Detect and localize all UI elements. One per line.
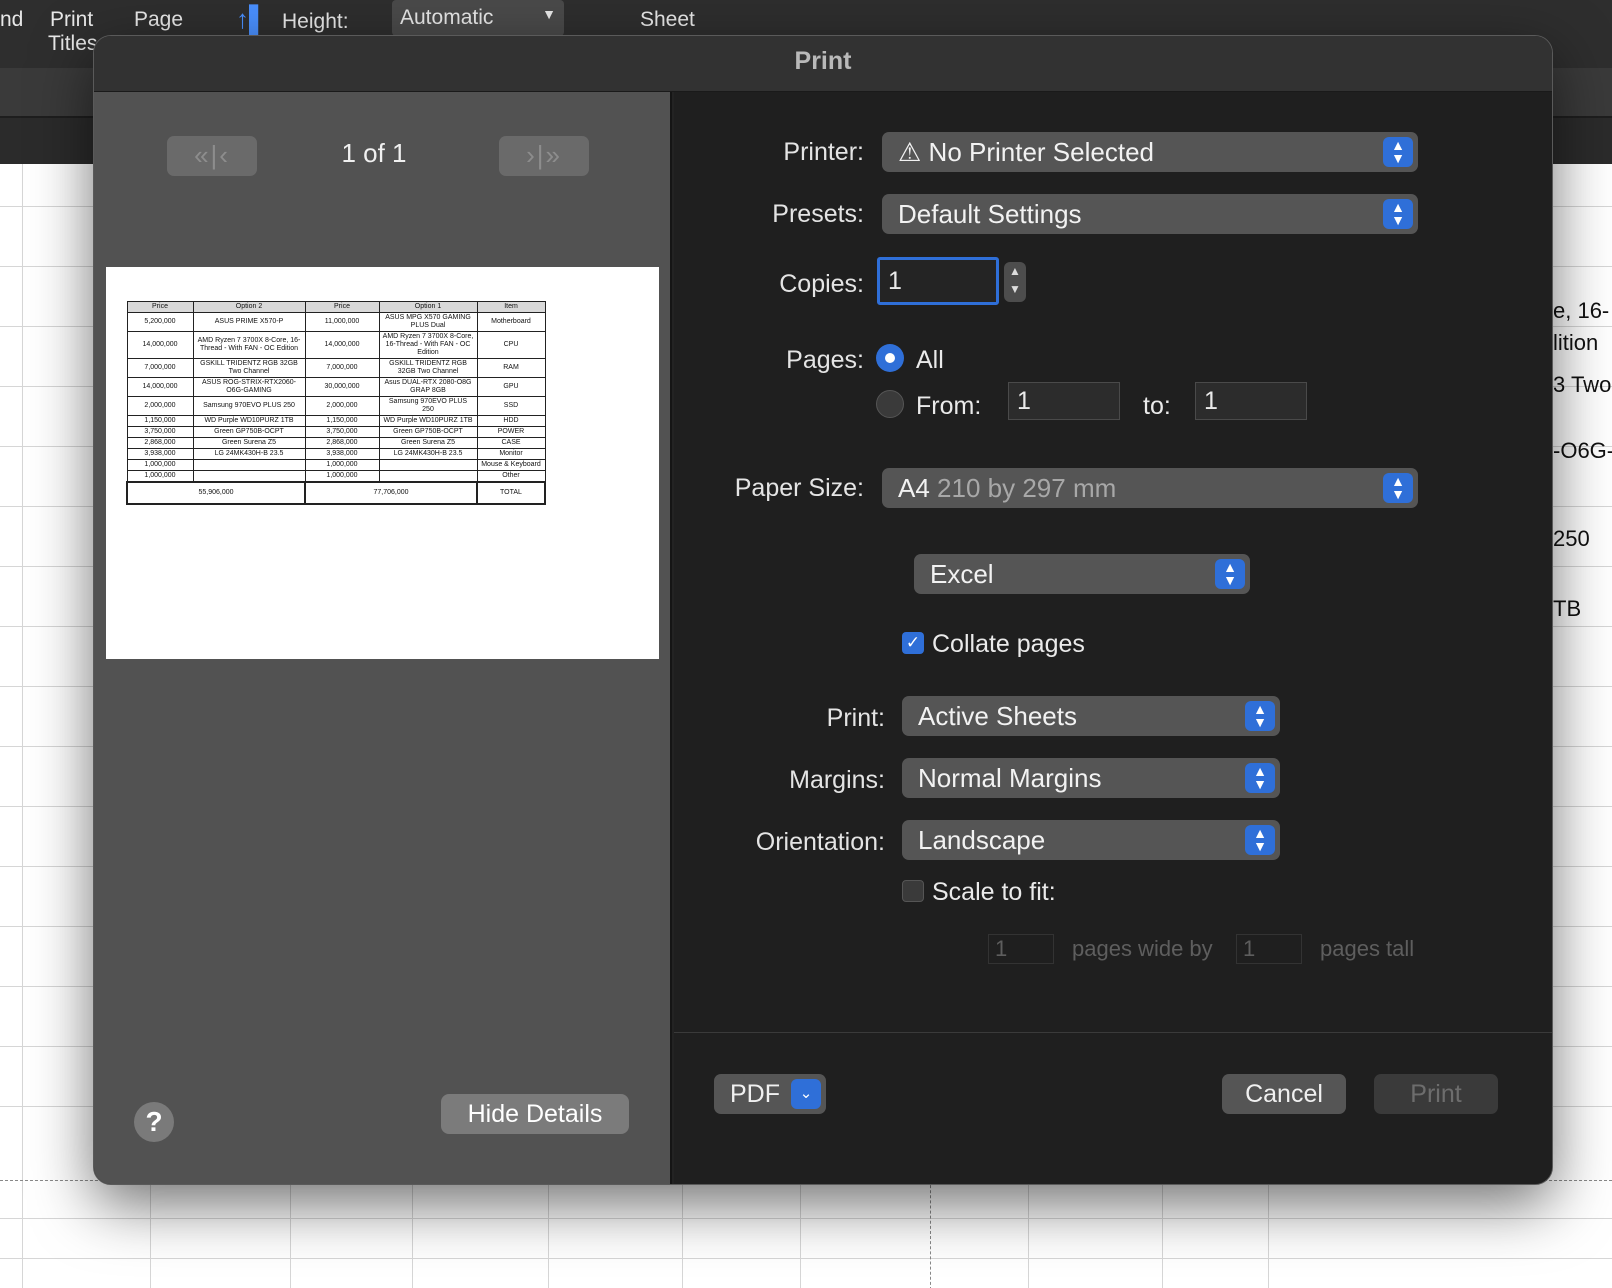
margins-label: Margins: — [789, 766, 885, 794]
prev-page-button[interactable]: «|‹ — [167, 136, 257, 176]
presets-label: Presets: — [772, 200, 864, 228]
table-row: 1,150,000 WD Purple WD10PURZ 1TB 1,150,000… — [126, 415, 546, 427]
pages-wide-label: pages wide by — [1072, 936, 1213, 961]
pages-from-label: From: — [916, 392, 982, 420]
table-header: Price — [304, 301, 380, 313]
printer-select[interactable]: ⚠ No Printer Selected ▲ ▼ — [882, 132, 1418, 172]
ribbon-print-titles[interactable]: Print — [50, 8, 93, 32]
updown-chevron-icon: ▲ ▼ — [1383, 473, 1413, 503]
cell-text: 3 Two — [1553, 372, 1612, 397]
paper-size-select[interactable]: A4 210 by 297 mm ▲ ▼ — [882, 468, 1418, 508]
updown-chevron-icon: ▲ ▼ — [1215, 559, 1245, 589]
settings-pane: Printer: ⚠ No Printer Selected ▲ ▼ Preset… — [674, 92, 1552, 1184]
ribbon-height-label: Height: — [282, 10, 349, 33]
updown-chevron-icon: ▲ ▼ — [1245, 701, 1275, 731]
pages-to-field[interactable]: 1 — [1195, 382, 1307, 420]
scale-to-fit-label: Scale to fit: — [932, 878, 1056, 906]
updown-chevron-icon: ▲ ▼ — [1245, 825, 1275, 855]
orientation-label: Orientation: — [755, 828, 885, 856]
app-section-select[interactable]: Excel ▲ ▼ — [914, 554, 1250, 594]
pdf-label: PDF — [730, 1080, 780, 1108]
cancel-button[interactable]: Cancel — [1222, 1074, 1346, 1114]
table-header: Price — [126, 301, 194, 313]
height-icon: ↑▌ — [236, 4, 268, 34]
page-indicator: 1 of 1 — [341, 138, 407, 168]
app-section-value: Excel — [930, 559, 994, 589]
paper-size-detail: 210 by 297 mm — [937, 473, 1117, 503]
ribbon-height-select[interactable]: Automatic ▼ — [392, 0, 564, 36]
presets-value: Default Settings — [898, 199, 1082, 229]
copies-label: Copies: — [779, 270, 864, 298]
next-page-button[interactable]: ›|» — [499, 136, 589, 176]
table-row: 5,200,000 ASUS PRIME X570-P 11,000,000 ASUS… — [126, 312, 546, 332]
pages-tall-field[interactable]: 1 — [1236, 934, 1302, 964]
ribbon-page[interactable]: Page — [134, 8, 183, 32]
pdf-menu-button[interactable]: PDF ⌄ — [714, 1074, 826, 1114]
cell-text: e, 16- — [1553, 298, 1610, 323]
table-row: 1,000,000 1,000,000 Mouse & Keyboard — [126, 459, 546, 471]
updown-chevron-icon: ▲ ▼ — [1245, 763, 1275, 793]
cell-text: lition — [1553, 330, 1599, 355]
collate-checkbox[interactable]: ✓ — [902, 632, 924, 654]
ribbon-fragment[interactable]: nd — [0, 8, 23, 32]
table-row: 3,938,000 LG 24MK430H-B 23.5 3,938,000 LG 2… — [126, 448, 546, 460]
print-what-value: Active Sheets — [918, 701, 1077, 731]
orientation-value: Landscape — [918, 825, 1046, 855]
printer-value: No Printer Selected — [928, 137, 1154, 167]
pages-range-radio[interactable] — [876, 390, 904, 418]
pages-from-field[interactable]: 1 — [1008, 382, 1120, 420]
pages-label: Pages: — [786, 346, 864, 374]
table-header: Option 2 — [192, 301, 306, 313]
orientation-select[interactable]: Landscape ▲ ▼ — [902, 820, 1280, 860]
margins-value: Normal Margins — [918, 763, 1102, 793]
updown-chevron-icon: ▲ ▼ — [1383, 199, 1413, 229]
pages-all-radio[interactable] — [876, 344, 904, 372]
table-row: 1,000,000 1,000,000 Other — [126, 470, 546, 483]
warning-icon: ⚠ — [898, 137, 922, 167]
collate-label: Collate pages — [932, 630, 1085, 658]
printer-label: Printer: — [783, 138, 864, 166]
paper-size-value: A4 — [898, 473, 930, 503]
copies-stepper[interactable]: ▲ ▼ — [1004, 262, 1026, 302]
table-header: Item — [476, 301, 546, 313]
print-what-label: Print: — [826, 704, 885, 732]
copies-field[interactable]: 1 — [877, 257, 999, 305]
cell-text: TB — [1553, 596, 1582, 621]
table-header: Option 1 — [378, 301, 478, 313]
cell-text: 250 — [1553, 526, 1590, 551]
hide-details-button[interactable]: Hide Details — [441, 1094, 629, 1134]
footer-divider — [674, 1032, 1552, 1033]
table-row: 2,868,000 Green Surena Z5 2,868,000 Green S… — [126, 437, 546, 449]
paper-size-label: Paper Size: — [734, 474, 864, 502]
margins-select[interactable]: Normal Margins ▲ ▼ — [902, 758, 1280, 798]
preview-table: Price Option 2 Price Option 1 Item 5,200… — [126, 301, 546, 505]
dialog-title: Print — [94, 36, 1552, 92]
ribbon-print-titles-line2[interactable]: Titles — [48, 32, 97, 56]
table-row: 2,000,000 Samsung 970EVO PLUS 250 2,000,00… — [126, 396, 546, 416]
updown-chevron-icon: ▲ ▼ — [1383, 137, 1413, 167]
preview-pane: «|‹ 1 of 1 ›|» Price Option 2 Price Opti… — [94, 92, 672, 1184]
chevron-down-icon: ⌄ — [791, 1079, 821, 1109]
table-row: 7,000,000 GSKILL TRIDENTZ RGB 32GB Two Ch… — [126, 358, 546, 378]
table-row: 3,750,000 Green GP750B-OCPT 3,750,000 Green… — [126, 426, 546, 438]
presets-select[interactable]: Default Settings ▲ ▼ — [882, 194, 1418, 234]
print-what-select[interactable]: Active Sheets ▲ ▼ — [902, 696, 1280, 736]
print-dialog: Print «|‹ 1 of 1 ›|» Price Option 2 Pric… — [93, 35, 1553, 1185]
print-button[interactable]: Print — [1374, 1074, 1498, 1114]
cell-text: -O6G- — [1553, 438, 1612, 463]
pages-wide-field[interactable]: 1 — [988, 934, 1054, 964]
table-row: 14,000,000 AMD Ryzen 7 3700X 8-Core, 16-T… — [126, 331, 546, 359]
pages-to-label: to: — [1143, 392, 1171, 420]
help-button[interactable]: ? — [134, 1102, 174, 1142]
pages-tall-label: pages tall — [1320, 936, 1415, 961]
table-total-row: 55,906,000 77,706,000 TOTAL — [126, 481, 546, 505]
page-preview: Price Option 2 Price Option 1 Item 5,200… — [106, 267, 659, 659]
pages-all-label: All — [916, 346, 944, 374]
ribbon-sheet[interactable]: Sheet — [640, 8, 695, 32]
scale-to-fit-checkbox[interactable] — [902, 880, 924, 902]
table-row: 14,000,000 ASUS ROG-STRIX-RTX2060-O6G-GAM… — [126, 377, 546, 397]
